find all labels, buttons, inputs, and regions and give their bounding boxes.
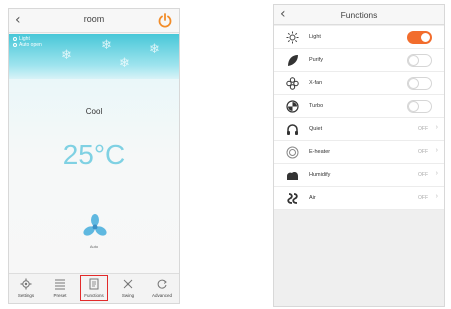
functions-screen: ‹ Functions Light Purify X-fan Turbo Qui…	[273, 4, 445, 307]
light-icon	[286, 31, 299, 44]
leaf-icon	[288, 55, 298, 66]
snowflake-icon: ❄	[101, 38, 112, 53]
tab-label: Advanced	[151, 293, 172, 298]
list-icon	[55, 279, 65, 290]
item-label: Light	[309, 34, 321, 40]
item-label: Air	[309, 195, 316, 201]
list-item-air[interactable]: Air OFF ›	[274, 187, 444, 210]
fan-speed-label: Auto	[89, 244, 99, 249]
x-fan-icon	[286, 77, 299, 90]
purify-toggle[interactable]	[407, 54, 432, 67]
item-label: X-fan	[309, 80, 323, 86]
item-label: Purify	[309, 57, 324, 63]
turbo-icon	[286, 100, 299, 113]
air-value: OFF	[418, 195, 428, 201]
tab-advanced[interactable]: Advanced	[145, 274, 179, 303]
gear-icon	[20, 278, 32, 290]
power-icon[interactable]	[157, 12, 173, 28]
snowflake-icon: ❄	[149, 42, 160, 57]
list-item-quiet[interactable]: Quiet OFF ›	[274, 118, 444, 141]
tab-label: Functions	[84, 293, 104, 298]
item-label: Quiet	[309, 126, 323, 132]
list-item-e-heater[interactable]: E-heater OFF ›	[274, 141, 444, 164]
tab-settings[interactable]: Settings	[9, 274, 43, 303]
status-badge: Light Auto open	[13, 36, 42, 48]
snowflake-icon: ❄	[119, 56, 130, 71]
page-title: room	[83, 14, 105, 24]
mode-label: Cool	[85, 107, 103, 116]
tab-label: Settings	[17, 293, 35, 298]
temperature-display[interactable]: 25°C	[9, 139, 179, 171]
list-item-humidify[interactable]: Humidify OFF ›	[274, 164, 444, 187]
list-item-x-fan[interactable]: X-fan	[274, 72, 444, 95]
light-toggle[interactable]	[407, 31, 432, 44]
functions-header: ‹ Functions	[274, 5, 444, 25]
swing-icon	[123, 279, 133, 289]
air-icon	[287, 193, 298, 204]
list-item-turbo[interactable]: Turbo	[274, 95, 444, 118]
tab-label: Preset	[53, 293, 67, 298]
item-label: Humidify	[309, 172, 331, 178]
chevron-right-icon: ›	[435, 124, 438, 131]
chevron-right-icon: ›	[435, 147, 438, 154]
light-icon	[13, 37, 17, 41]
humidify-icon	[287, 172, 298, 180]
headphones-icon	[287, 124, 298, 135]
room-screen: ‹ room ❄ ❄ ❄ ❄ Light Auto open Cool 25°C…	[8, 8, 180, 304]
quiet-value: OFF	[418, 126, 428, 132]
fan-icon[interactable]	[82, 214, 108, 240]
list-item-light[interactable]: Light	[274, 26, 444, 49]
item-label: Turbo	[309, 103, 324, 109]
humidify-value: OFF	[418, 172, 428, 178]
list-item-purify[interactable]: Purify	[274, 49, 444, 72]
tab-swing[interactable]: Swing	[111, 274, 145, 303]
badge-auto-label: Auto open	[19, 42, 42, 48]
tab-functions[interactable]: Functions	[77, 274, 111, 303]
advanced-icon	[157, 279, 167, 289]
room-header: ‹ room	[9, 9, 179, 33]
functions-list: Light Purify X-fan Turbo Quiet OFF › E-h…	[274, 26, 444, 210]
document-icon	[89, 278, 99, 290]
heater-icon	[286, 146, 299, 159]
e-heater-value: OFF	[418, 149, 428, 155]
bottom-tab-bar: Settings Preset Functions Swing Advanced	[9, 273, 179, 303]
tab-preset[interactable]: Preset	[43, 274, 77, 303]
item-label: E-heater	[309, 149, 331, 155]
auto-icon	[13, 43, 17, 47]
chevron-right-icon: ›	[435, 170, 438, 177]
page-title: Functions	[340, 10, 378, 20]
snowflake-icon: ❄	[61, 48, 72, 63]
turbo-toggle[interactable]	[407, 100, 432, 113]
tab-label: Swing	[121, 293, 135, 298]
x-fan-toggle[interactable]	[407, 77, 432, 90]
chevron-right-icon: ›	[435, 193, 438, 200]
